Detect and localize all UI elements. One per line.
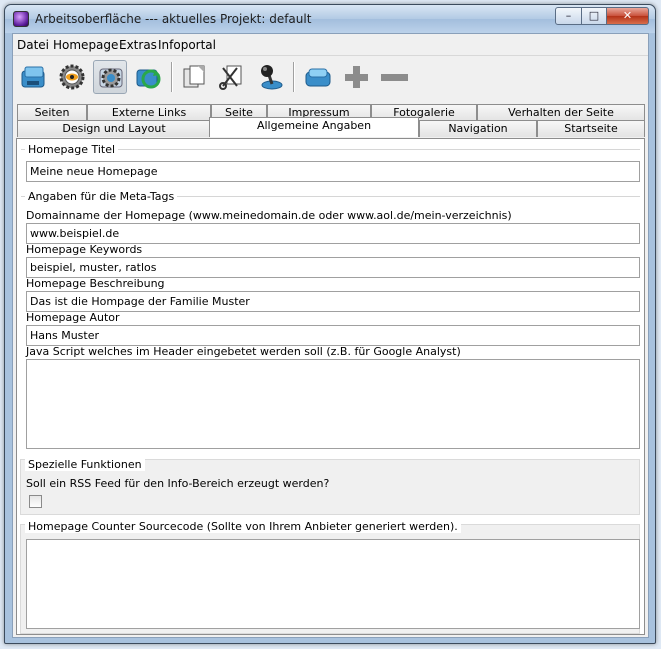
rss-label: Soll ein RSS Feed für den Info-Bereich e… <box>26 477 330 490</box>
author-input[interactable] <box>26 325 640 346</box>
tab-navigation[interactable]: Navigation <box>419 120 537 137</box>
javascript-label: Java Script welches im Header eingebetet… <box>26 345 461 358</box>
tab-externe-links[interactable]: Externe Links <box>87 104 211 121</box>
preview-button[interactable] <box>55 60 89 94</box>
menu-extras[interactable]: Extras <box>119 38 157 52</box>
application-window: Arbeitsoberfläche --- aktuelles Projekt:… <box>4 4 656 644</box>
domain-label: Domainname der Homepage (www.meinedomain… <box>26 209 512 222</box>
disk-blue-icon <box>305 68 331 87</box>
gear-eye-icon <box>59 64 85 90</box>
keywords-input[interactable] <box>26 257 640 278</box>
close-button[interactable]: ✕ <box>606 7 649 25</box>
cut-button[interactable] <box>215 60 249 94</box>
toolbar-separator <box>293 62 295 92</box>
group-title-homepage-titel: Homepage Titel <box>25 143 119 156</box>
remove-button[interactable] <box>377 60 411 94</box>
tab-seiten[interactable]: Seiten <box>17 104 87 121</box>
description-input[interactable] <box>26 291 640 312</box>
title-bar[interactable]: Arbeitsoberfläche --- aktuelles Projekt:… <box>5 5 655 33</box>
menu-infoportal[interactable]: Infoportal <box>158 38 216 52</box>
author-label: Homepage Autor <box>26 311 120 324</box>
maximize-icon: □ <box>588 9 600 22</box>
close-icon: ✕ <box>622 9 633 22</box>
tab-design-und-layout[interactable]: Design und Layout <box>17 120 211 137</box>
joystick-icon <box>261 65 283 90</box>
disk-icon <box>21 66 45 88</box>
menu-homepage[interactable]: Homepage <box>53 38 118 52</box>
joystick-button[interactable] <box>253 60 287 94</box>
document-icon <box>183 65 205 88</box>
document-button[interactable] <box>177 60 211 94</box>
rss-checkbox[interactable] <box>29 495 42 508</box>
group-title-special-functions: Spezielle Funktionen <box>25 458 145 471</box>
domain-input[interactable] <box>26 223 640 244</box>
keywords-label: Homepage Keywords <box>26 243 143 256</box>
group-title-meta-tags: Angaben für die Meta-Tags <box>25 190 178 203</box>
settings-button[interactable] <box>93 60 127 94</box>
maximize-button[interactable]: □ <box>581 7 607 25</box>
cut-icon <box>219 65 242 90</box>
add-button[interactable] <box>339 60 373 94</box>
toolbar <box>13 57 648 97</box>
minimize-icon: – <box>565 9 572 22</box>
app-icon[interactable] <box>13 11 29 27</box>
menu-datei[interactable]: Datei <box>17 38 49 52</box>
save-button[interactable] <box>17 60 51 94</box>
description-label: Homepage Beschreibung <box>26 277 165 290</box>
settings-icon <box>99 68 123 88</box>
javascript-textarea[interactable] <box>26 359 640 449</box>
tab-startseite[interactable]: Startseite <box>537 120 645 137</box>
window-title: Arbeitsoberfläche --- aktuelles Projekt:… <box>35 12 312 26</box>
disk-blue-button[interactable] <box>301 60 335 94</box>
minus-icon <box>381 74 408 81</box>
group-title-counter: Homepage Counter Sourcecode (Sollte von … <box>25 520 461 533</box>
refresh-icon <box>136 69 161 89</box>
client-area: Datei Homepage Extras Infoportal Seiten … <box>12 33 649 638</box>
tab-allgemeine-angaben[interactable]: Allgemeine Angaben <box>209 117 419 137</box>
refresh-button[interactable] <box>131 60 165 94</box>
plus-icon <box>345 66 368 88</box>
menu-bar: Datei Homepage Extras Infoportal <box>13 34 648 56</box>
minimize-button[interactable]: – <box>555 7 582 25</box>
tab-strip: Seiten Externe Links Seite Impressum Fot… <box>13 98 648 138</box>
homepage-title-input[interactable] <box>26 161 640 182</box>
tab-verhalten-der-seite[interactable]: Verhalten der Seite <box>477 104 645 121</box>
counter-textarea[interactable] <box>26 539 640 629</box>
tab-panel-allgemeine-angaben: Homepage Titel Angaben für die Meta-Tags… <box>16 138 645 635</box>
toolbar-separator <box>171 62 173 92</box>
